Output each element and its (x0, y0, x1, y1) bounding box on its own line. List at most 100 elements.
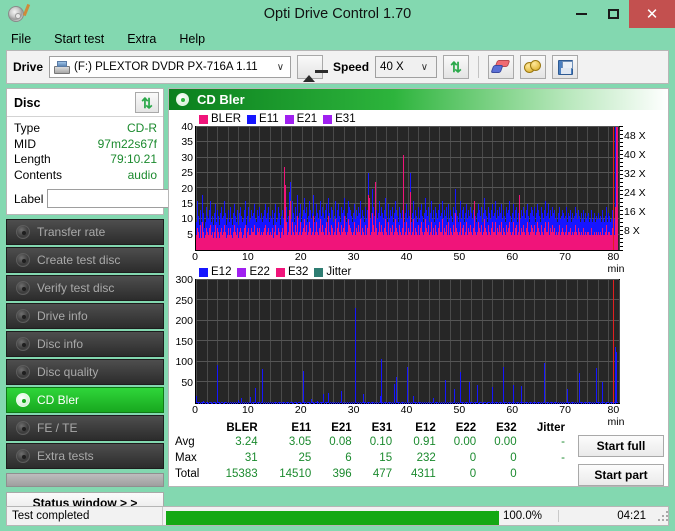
eject-icon (303, 61, 329, 82)
page-title: CD Bler (197, 92, 245, 107)
x-tick-label: 60 (506, 404, 519, 416)
status-bar: Test completed 100.0% 04:21 (6, 506, 669, 526)
legend-label: BLER (211, 113, 242, 125)
start-full-button[interactable]: Start full (578, 435, 664, 457)
x-tick-label: 30 (347, 251, 360, 263)
chart2-plot[interactable] (195, 279, 620, 404)
chart2-row: 50 100 150 200 250 300 (171, 274, 666, 404)
disc-icon (16, 365, 30, 379)
legend-label: E12 (211, 266, 232, 278)
legend-item-bler: BLER (199, 113, 241, 125)
save-button[interactable] (552, 55, 579, 79)
disc-row-contents: Contents audio (14, 168, 157, 184)
minimize-button[interactable] (565, 0, 597, 28)
legend-swatch (323, 114, 333, 124)
speed-tick-label: 8 X (624, 225, 640, 238)
cell: 0 (469, 452, 477, 464)
y-tick-label: 100 (175, 356, 193, 368)
grid-line (196, 172, 619, 173)
eject-button[interactable] (297, 55, 329, 82)
charts-area: BLER E11 E21 E31 5 10 15 20 25 30 35 40 … (169, 110, 668, 428)
sidebar-item-verify-test-disc[interactable]: Verify test disc (6, 275, 164, 301)
chart1-speed-axis: 8 X 16 X 24 X 32 X 40 X 48 X (620, 126, 650, 251)
column-header: E22 (455, 422, 477, 434)
disc-row-key: Length (14, 152, 51, 166)
disc-row-mid: MID 97m22s67f (14, 137, 157, 153)
column-header: E32 (496, 422, 517, 434)
resize-grip[interactable] (654, 507, 668, 525)
status-text: Test completed (12, 510, 90, 522)
disc-icon (16, 393, 30, 407)
progress-fill (166, 511, 499, 525)
legend-label: E31 (335, 113, 356, 125)
chart-bar (616, 351, 618, 403)
menu-item-help[interactable]: Help (176, 30, 208, 48)
grid-line (196, 299, 619, 300)
sidebar-item-cd-bler[interactable]: CD Bler (6, 387, 164, 413)
cell: 0 (510, 452, 517, 464)
sidebar-item-disc-quality[interactable]: Disc quality (6, 359, 164, 385)
drive-icon (54, 60, 71, 74)
x-tick-label: 60 (506, 251, 519, 263)
disc-icon (16, 337, 30, 351)
disc-refresh-button[interactable]: ⇅ (135, 92, 159, 113)
chart1-plot[interactable] (195, 126, 620, 251)
chart-bar (544, 363, 546, 403)
x-tick-label: 80 min (607, 251, 625, 275)
menu-item-start-test[interactable]: Start test (51, 30, 107, 48)
close-button[interactable]: ✕ (629, 0, 675, 28)
sidebar-item-drive-info[interactable]: Drive info (6, 303, 164, 329)
sidebar-item-label: Disc info (37, 337, 84, 351)
cell: 31 (244, 452, 258, 464)
x-tick-label: 70 (559, 404, 571, 416)
y-tick-label: 10 (181, 213, 193, 226)
start-part-button[interactable]: Start part (578, 464, 664, 486)
legend-swatch (199, 267, 208, 277)
x-tick-label: 10 (242, 404, 254, 416)
cell: 0 (469, 468, 477, 480)
menu-item-file[interactable]: File (8, 30, 34, 48)
erase-button[interactable] (488, 55, 515, 79)
coins-button[interactable] (520, 55, 547, 79)
app-window: Opti Drive Control 1.70 ✕ File Start tes… (0, 0, 675, 531)
sidebar-item-label: Transfer rate (37, 225, 106, 239)
sidebar-item-extra-tests[interactable]: Extra tests (6, 443, 164, 469)
column-header: E31 (371, 422, 393, 434)
speed-select[interactable]: 40 X ∨ (375, 56, 438, 78)
disc-row-value: CD-R (127, 121, 157, 135)
table-header-row: BLER E11 E21 E31 E12 E22 E32 Jitter (173, 422, 572, 435)
drive-label: Drive (13, 60, 44, 74)
chart-bar (381, 359, 383, 403)
cell: 0.08 (329, 436, 352, 448)
drive-select[interactable]: (F:) PLEXTOR DVDR PX-716A 1.11 ∨ (49, 56, 292, 78)
sidebar-item-create-test-disc[interactable]: Create test disc (6, 247, 164, 273)
menu-item-extra[interactable]: Extra (124, 30, 159, 48)
chart1-legend: BLER E11 E21 E31 (171, 112, 666, 126)
cell: 0.91 (413, 436, 436, 448)
disc-icon (16, 421, 30, 435)
x-tick-label: 80 min (607, 404, 625, 428)
elapsed-time: 04:21 (558, 510, 654, 522)
maximize-button[interactable] (597, 0, 629, 28)
chevron-down-icon: ∨ (420, 61, 429, 73)
disc-row-key: Contents (14, 167, 63, 182)
legend-item-e22: E22 (237, 266, 270, 278)
x-tick-label: 70 (559, 251, 571, 263)
y-tick-label: 30 (181, 151, 193, 164)
chart-bar (520, 385, 522, 403)
legend-label: E22 (249, 266, 270, 278)
sidebar-item-fe-te[interactable]: FE / TE (6, 415, 164, 441)
cell: - (561, 436, 565, 448)
cell: 25 (298, 452, 312, 464)
y-tick-label: 40 (181, 121, 193, 133)
speed-tick-label: 16 X (624, 206, 646, 219)
grid-line (196, 279, 619, 280)
table-row: Avg 3.24 3.05 0.08 0.10 0.91 0.00 0.00 - (173, 435, 572, 451)
progress-percent: 100.0% (496, 510, 558, 522)
chart-bar (601, 381, 603, 403)
cell: 0 (510, 468, 517, 480)
refresh-button[interactable]: ⇅ (443, 55, 470, 79)
sidebar-item-transfer-rate[interactable]: Transfer rate (6, 219, 164, 245)
sidebar-item-disc-info[interactable]: Disc info (6, 331, 164, 357)
chart2-y-axis: 50 100 150 200 250 300 (171, 274, 195, 404)
